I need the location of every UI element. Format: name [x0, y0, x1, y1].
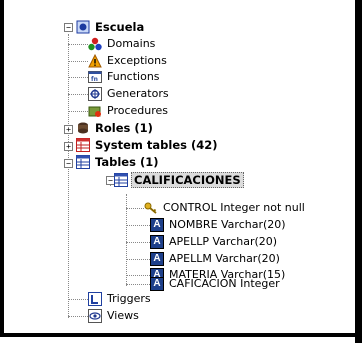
expand-toggle-roles[interactable]: + [64, 125, 73, 134]
table-icon [114, 173, 128, 187]
tree-node-label: Views [107, 309, 139, 322]
collapse-toggle-database[interactable]: − [64, 23, 73, 32]
roles-icon [76, 121, 90, 135]
tree-node-label: Triggers [107, 292, 151, 305]
tree-line [68, 44, 88, 45]
tree-node-label: NOMBRE Varchar(20) [169, 218, 286, 231]
tree-node-tables[interactable]: Tables (1) [76, 154, 160, 170]
function-icon: fn [88, 70, 102, 84]
tree-node-label: Functions [107, 70, 160, 83]
generator-icon [88, 87, 102, 101]
tree-node-label: Roles (1) [95, 121, 153, 135]
tree-node-label: APELLM Varchar(20) [169, 252, 280, 265]
vertical-scrollbar[interactable] [355, 0, 362, 343]
tree-node-label: CALIFICACIONES [131, 172, 244, 188]
tree-node-domains[interactable]: Domains [88, 36, 157, 52]
tree-line [126, 242, 150, 243]
trigger-icon [88, 292, 102, 306]
warning-icon [88, 54, 102, 68]
tree-line [126, 225, 150, 226]
tree-node-label: APELLP Varchar(20) [169, 235, 278, 248]
tree-node-label: CAFICACION Integer [169, 277, 280, 290]
tree-node-exceptions[interactable]: Exceptions [88, 53, 169, 69]
tree-node-label: System tables (42) [95, 138, 218, 152]
tree-node-procedures[interactable]: Procedures [88, 103, 170, 119]
tree-node-column[interactable]: A CAFICACION Integer [150, 276, 282, 292]
tree-node-label: Escuela [95, 20, 145, 34]
tree-line [68, 316, 88, 317]
domains-icon [88, 37, 102, 51]
tree-line [126, 284, 150, 285]
views-icon [88, 309, 102, 323]
column-icon: A [150, 277, 164, 291]
tree-node-label: Procedures [107, 104, 168, 117]
procedure-icon [88, 104, 102, 118]
tree-node-column[interactable]: CONTROL Integer not null [144, 200, 307, 216]
column-icon: A [150, 252, 164, 266]
tree-node-views[interactable]: Views [88, 308, 141, 324]
collapse-toggle-tables[interactable]: − [64, 159, 73, 168]
tree-node-triggers[interactable]: Triggers [88, 291, 153, 307]
tree-node-label: Domains [107, 37, 156, 50]
tree-node-label: Tables (1) [95, 155, 159, 169]
key-icon [144, 201, 158, 215]
tree-node-column[interactable]: A APELLM Varchar(20) [150, 251, 282, 267]
tree-node-table[interactable]: CALIFICACIONES [114, 172, 244, 188]
tree-node-system-tables[interactable]: System tables (42) [76, 137, 220, 153]
tree-line [68, 299, 88, 300]
column-icon: A [150, 235, 164, 249]
tree-node-functions[interactable]: fn Functions [88, 69, 162, 85]
tree-node-label: Generators [107, 87, 169, 100]
tree-node-label: CONTROL Integer not null [163, 201, 305, 214]
tree-line [68, 77, 88, 78]
tree-line [126, 208, 144, 209]
tree-line [68, 61, 88, 62]
tree-node-column[interactable]: A APELLP Varchar(20) [150, 234, 279, 250]
svg-text:fn: fn [91, 76, 98, 83]
tree-node-roles[interactable]: Roles (1) [76, 120, 155, 136]
tree-line [126, 275, 150, 276]
database-tree-panel: − + + − − Escuela Domains Exceptions fn … [0, 0, 355, 337]
system-table-icon [76, 138, 90, 152]
tree-line [68, 94, 88, 95]
tree-node-database[interactable]: Escuela [76, 19, 146, 35]
tree-line [126, 259, 150, 260]
column-icon: A [150, 218, 164, 232]
expand-toggle-system-tables[interactable]: + [64, 142, 73, 151]
tree-line [68, 111, 88, 112]
tables-icon [76, 155, 90, 169]
tree-node-label: Exceptions [107, 54, 167, 67]
database-icon [76, 20, 90, 34]
tree-node-column[interactable]: A NOMBRE Varchar(20) [150, 217, 288, 233]
tree-node-generators[interactable]: Generators [88, 86, 171, 102]
